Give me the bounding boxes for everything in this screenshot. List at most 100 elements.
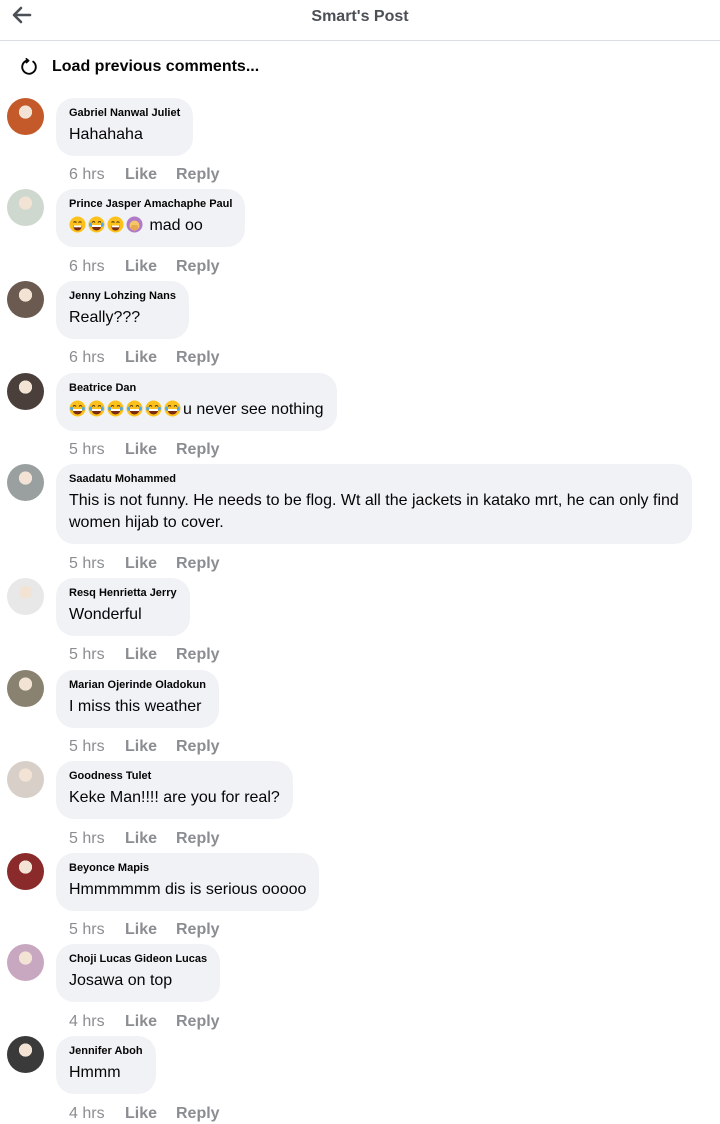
comment-text: Hmmm [69, 1062, 143, 1084]
avatar[interactable] [7, 281, 44, 318]
reply-button[interactable]: Reply [176, 349, 220, 367]
comment-text: Wonderful [69, 604, 177, 626]
comment-text-body: Keke Man!!!! are you for real? [69, 789, 280, 806]
like-button[interactable]: Like [125, 349, 176, 367]
top-bar: Smart's Post [0, 0, 720, 41]
comment-actions: 5 hrs Like Reply [69, 646, 220, 664]
comment-text: Really??? [69, 307, 176, 329]
comment-timestamp: 4 hrs [69, 1105, 105, 1122]
comment-author[interactable]: Marian Ojerinde Oladokun [69, 679, 206, 692]
comment-bubble[interactable]: Beyonce Mapis Hmmmmmm dis is serious oooo… [56, 853, 320, 911]
comment-actions: 5 hrs Like Reply [69, 555, 220, 573]
avatar[interactable] [7, 944, 44, 981]
comment-bubble[interactable]: Prince Jasper Amachaphe Paul mad oo [56, 189, 246, 247]
avatar[interactable] [7, 670, 44, 707]
comment-author[interactable]: Beyonce Mapis [69, 862, 306, 875]
comment-author[interactable]: Resq Henrietta Jerry [69, 587, 177, 600]
reply-button[interactable]: Reply [176, 258, 220, 276]
comment-bubble[interactable]: Saadatu Mohammed This is not funny. He ne… [56, 464, 692, 544]
tears-of-joy-emoji [107, 400, 124, 417]
comment-text: Hmmmmmm dis is serious ooooo [69, 879, 306, 901]
like-button[interactable]: Like [125, 738, 176, 756]
tears-of-joy-emoji [88, 216, 105, 233]
comment-author[interactable]: Jenny Lohzing Nans [69, 290, 176, 303]
comment-timestamp: 5 hrs [69, 441, 105, 458]
comment-bubble[interactable]: Beatrice Dan u never see nothing [56, 373, 337, 431]
comment-timestamp: 5 hrs [69, 555, 105, 572]
tears-of-joy-emoji [126, 400, 143, 417]
comment-author[interactable]: Goodness Tulet [69, 770, 280, 783]
comment-text-body: Hmmm [69, 1064, 121, 1081]
comment-actions: 6 hrs Like Reply [69, 166, 220, 184]
comment-text: This is not funny. He needs to be flog. … [69, 490, 679, 534]
comment-actions: 5 hrs Like Reply [69, 441, 220, 459]
load-previous-comments-button[interactable]: Load previous comments... [20, 54, 259, 80]
like-button[interactable]: Like [125, 830, 176, 848]
comment-text-body: Josawa on top [69, 972, 173, 989]
like-button[interactable]: Like [125, 555, 176, 573]
comment-timestamp: 6 hrs [69, 166, 105, 183]
comment-timestamp: 6 hrs [69, 258, 105, 275]
like-button[interactable]: Like [125, 166, 176, 184]
comment-text: mad oo [69, 215, 232, 237]
reply-button[interactable]: Reply [176, 830, 220, 848]
comment-bubble[interactable]: Jenny Lohzing Nans Really??? [56, 281, 189, 339]
tears-of-joy-emoji [164, 400, 181, 417]
comment-text-body: I miss this weather [69, 698, 202, 715]
load-previous-label: Load previous comments... [52, 58, 260, 75]
reply-button[interactable]: Reply [176, 555, 220, 573]
comment-actions: 6 hrs Like Reply [69, 258, 220, 276]
comment-author[interactable]: Saadatu Mohammed [69, 473, 679, 486]
comment-actions: 6 hrs Like Reply [69, 349, 220, 367]
page-title: Smart's Post [311, 8, 409, 25]
like-button[interactable]: Like [125, 441, 176, 459]
reply-button[interactable]: Reply [176, 1013, 220, 1031]
comment-author[interactable]: Beatrice Dan [69, 382, 324, 395]
like-button[interactable]: Like [125, 921, 176, 939]
avatar[interactable] [7, 189, 44, 226]
comment-author[interactable]: Gabriel Nanwal Juliet [69, 107, 180, 120]
avatar[interactable] [7, 853, 44, 890]
tears-of-joy-emoji [69, 400, 86, 417]
comment-author[interactable]: Choji Lucas Gideon Lucas [69, 953, 207, 966]
comment-bubble[interactable]: Marian Ojerinde Oladokun I miss this weat… [56, 670, 219, 728]
comment-text: Josawa on top [69, 970, 207, 992]
reply-button[interactable]: Reply [176, 1105, 220, 1123]
comment-text-body: Hahahaha [69, 126, 143, 143]
reply-button[interactable]: Reply [176, 166, 220, 184]
comment-text-body: Really??? [69, 309, 141, 326]
comment-timestamp: 5 hrs [69, 738, 105, 755]
avatar[interactable] [7, 761, 44, 798]
comment-timestamp: 6 hrs [69, 349, 105, 366]
comment-timestamp: 4 hrs [69, 1013, 105, 1030]
refresh-icon [21, 58, 37, 75]
comment-author[interactable]: Jennifer Aboh [69, 1045, 143, 1058]
reply-button[interactable]: Reply [176, 738, 220, 756]
comment-actions: 5 hrs Like Reply [69, 921, 220, 939]
comment-actions: 5 hrs Like Reply [69, 830, 220, 848]
comment-author[interactable]: Prince Jasper Amachaphe Paul [69, 198, 232, 211]
like-button[interactable]: Like [125, 1013, 176, 1031]
avatar[interactable] [7, 578, 44, 615]
avatar[interactable] [7, 98, 44, 135]
avatar[interactable] [7, 373, 44, 410]
comment-bubble[interactable]: Jennifer Aboh Hmmm [56, 1036, 156, 1094]
comment-bubble[interactable]: Resq Henrietta Jerry Wonderful [56, 578, 190, 636]
comment-bubble[interactable]: Choji Lucas Gideon Lucas Josawa on top [56, 944, 221, 1002]
like-button[interactable]: Like [125, 1105, 176, 1123]
avatar[interactable] [7, 1036, 44, 1073]
comment-timestamp: 5 hrs [69, 921, 105, 938]
reply-button[interactable]: Reply [176, 921, 220, 939]
avatar[interactable] [7, 464, 44, 501]
comment-actions: 4 hrs Like Reply [69, 1105, 220, 1123]
like-button[interactable]: Like [125, 258, 176, 276]
reply-button[interactable]: Reply [176, 646, 220, 664]
comment-text: Keke Man!!!! are you for real? [69, 787, 280, 809]
reply-button[interactable]: Reply [176, 441, 220, 459]
comment-text-body: Wonderful [69, 606, 142, 623]
comment-bubble[interactable]: Gabriel Nanwal Juliet Hahahaha [56, 98, 194, 156]
like-button[interactable]: Like [125, 646, 176, 664]
comment-bubble[interactable]: Goodness Tulet Keke Man!!!! are you for r… [56, 761, 293, 819]
comment-text-body: mad oo [149, 217, 203, 234]
tears-of-joy-emoji [145, 400, 162, 417]
